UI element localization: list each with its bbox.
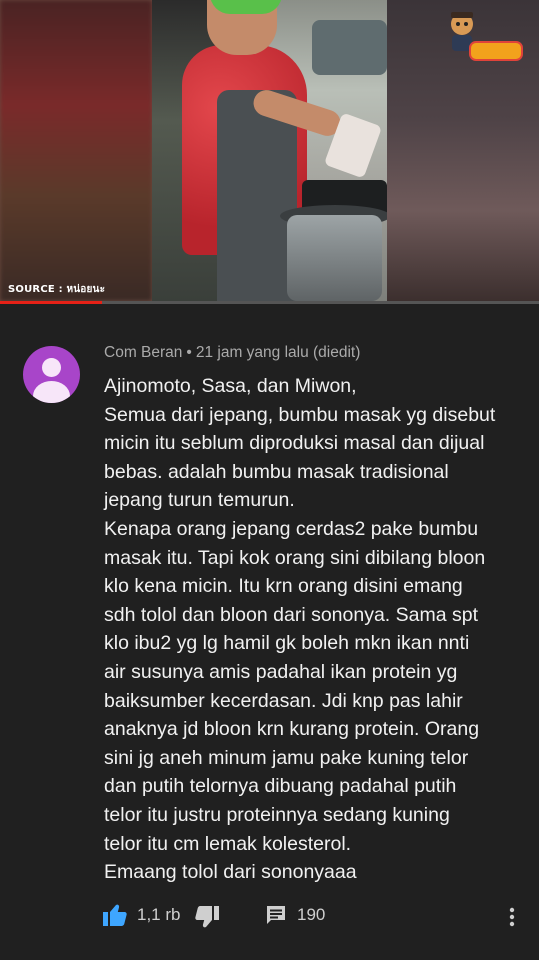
- comment-line: air susunya amis padahal ikan protein yg: [104, 660, 458, 683]
- comment-line: Emaang tolol dari sononyaaa: [104, 861, 357, 884]
- comment-line: telor itu justru proteinnya sedang kunin…: [104, 803, 450, 826]
- like-count: 1,1 rb: [137, 905, 181, 924]
- avatar[interactable]: [23, 346, 80, 403]
- comment-actions: 1,1 rb 190: [0, 900, 539, 936]
- comment-line: klo ibu2 yg lg hamil gk boleh mkn ikan n…: [104, 632, 470, 655]
- thumbs-down-icon: [195, 906, 219, 928]
- comment-line: Kenapa orang jepang cerdas2 pake bumbu: [104, 517, 479, 540]
- video-progress-bar[interactable]: [0, 301, 539, 304]
- meta-separator: •: [186, 344, 192, 361]
- video-frame: [152, 0, 387, 301]
- comment-meta: Com Beran • 21 jam yang lalu (diedit): [104, 344, 360, 362]
- reply-button[interactable]: 190: [265, 904, 325, 926]
- video-blur-left: [0, 0, 152, 301]
- comment-line: sini jg aneh minum jamu pake kuning telo…: [104, 746, 469, 769]
- comment-line: dan putih telornya dibuang padahal putih: [104, 775, 457, 798]
- comment-line: baiksumber kecerdasan. Jdi knp pas lahir: [104, 689, 463, 712]
- comment-line: bebas. adalah bumbu masak tradisional: [104, 460, 449, 483]
- comment-line: jepang turun temurun.: [104, 489, 295, 512]
- more-vertical-icon: [509, 907, 515, 927]
- comment-line: Ajinomoto, Sasa, dan Miwon,: [104, 375, 357, 397]
- channel-logo-icon: [451, 12, 523, 61]
- comment-author[interactable]: Com Beran: [104, 344, 182, 361]
- video-player[interactable]: SOURCE : หน่อยนะ: [0, 0, 539, 301]
- comment-line: Semua dari jepang, bumbu masak yg disebu…: [104, 403, 496, 426]
- comment-body: Ajinomoto, Sasa, dan Miwon, Semua dari j…: [104, 372, 524, 887]
- more-options-button[interactable]: [505, 906, 519, 928]
- comment-line: sdh tolol dan bloon dari sononya. Sama s…: [104, 603, 478, 626]
- comment-line: anaknya jd bloon krn kurang protein. Ora…: [104, 718, 480, 741]
- reply-icon: [267, 906, 285, 924]
- video-progress-fill: [0, 301, 103, 304]
- comment-line: klo kena micin. Itu krn orang disini ema…: [104, 575, 463, 598]
- comment-timestamp: 21 jam yang lalu (diedit): [195, 344, 361, 361]
- dislike-button[interactable]: [195, 906, 219, 928]
- reply-count: 190: [297, 905, 326, 924]
- comment-line: telor itu cm lemak kolesterol.: [104, 832, 352, 855]
- video-source-label: SOURCE : หน่อยนะ: [8, 284, 106, 295]
- like-button[interactable]: 1,1 rb: [103, 904, 180, 926]
- comment-line: micin itu seblum diproduksi masal dan di…: [104, 432, 485, 455]
- comment-line: masak itu. Tapi kok orang sini dibilang …: [104, 546, 486, 569]
- thumbs-up-icon: [103, 904, 127, 926]
